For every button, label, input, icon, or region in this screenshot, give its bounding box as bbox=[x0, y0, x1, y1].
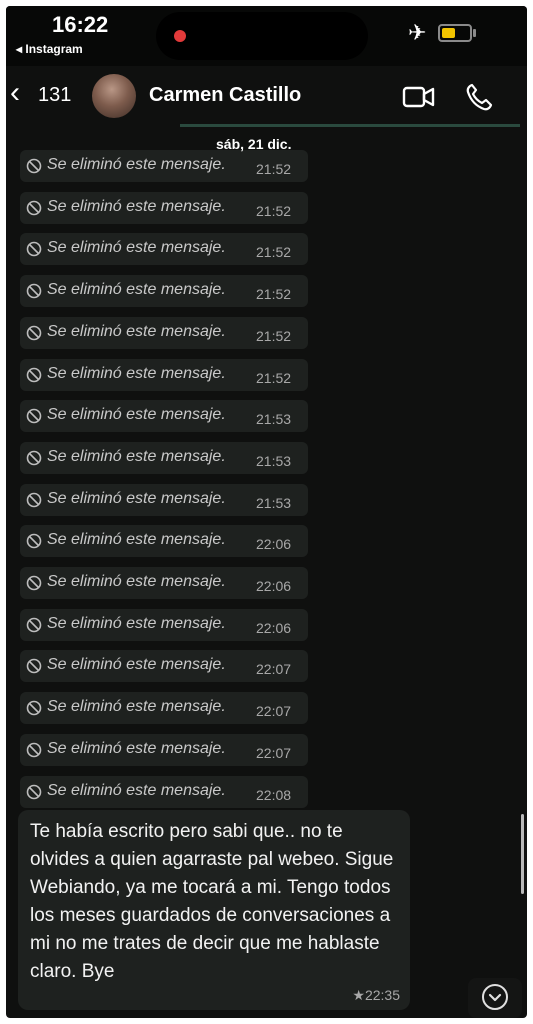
deleted-message-bubble[interactable]: Se eliminó este mensaje. 21:52 bbox=[20, 233, 308, 266]
deleted-message-text: Se eliminó este mensaje. bbox=[47, 447, 226, 465]
scrollbar[interactable] bbox=[521, 814, 524, 894]
deleted-message-text: Se eliminó este mensaje. bbox=[47, 531, 226, 549]
date-separator: sáb, 21 dic. bbox=[216, 136, 292, 152]
deleted-icon bbox=[26, 617, 42, 632]
phone-screen: 16:22 ◂ Instagram ✈ ‹ 131 Carmen Castill… bbox=[6, 6, 527, 1018]
message-time: 22:06 bbox=[256, 536, 292, 553]
deleted-message-text: Se eliminó este mensaje. bbox=[47, 614, 226, 632]
deleted-message-text: Se eliminó este mensaje. bbox=[47, 573, 226, 590]
deleted-message-bubble[interactable]: Se eliminó este mensaje. 22:08 bbox=[20, 775, 308, 808]
contact-avatar[interactable] bbox=[92, 74, 136, 118]
recording-dot-icon bbox=[174, 30, 186, 42]
deleted-icon bbox=[26, 742, 42, 758]
deleted-message-text: Se eliminó este mensaje. bbox=[47, 197, 226, 215]
deleted-icon bbox=[26, 533, 42, 549]
message-time: 21:52 bbox=[256, 369, 292, 386]
deleted-message-text: Se eliminó este mensaje. bbox=[47, 656, 226, 674]
chevron-down-icon bbox=[482, 984, 508, 1010]
deleted-message-bubble[interactable]: Se eliminó este mensaje. 22:06 bbox=[20, 525, 308, 558]
deleted-icon bbox=[26, 408, 42, 424]
deleted-message-text: Se eliminó este mensaje. bbox=[47, 322, 226, 340]
message-time: 21:53 bbox=[256, 494, 292, 511]
deleted-icon bbox=[26, 450, 42, 466]
scroll-to-bottom-button[interactable] bbox=[468, 978, 522, 1018]
deleted-icon bbox=[26, 367, 42, 382]
deleted-message-bubble[interactable]: Se eliminó este mensaje. 22:06 bbox=[20, 608, 308, 641]
deleted-icon bbox=[26, 659, 42, 674]
back-to-app-link[interactable]: ◂ Instagram bbox=[16, 42, 83, 56]
chat-header: ‹ 131 Carmen Castillo bbox=[6, 66, 527, 130]
deleted-message-bubble[interactable]: Se eliminó este mensaje. 21:53 bbox=[20, 483, 308, 516]
status-bar: 16:22 ◂ Instagram ✈ bbox=[6, 6, 527, 66]
deleted-icon bbox=[26, 575, 42, 591]
deleted-message-bubble[interactable]: Se eliminó este mensaje. 21:53 bbox=[20, 400, 308, 433]
message-text: Te había escrito pero sabi que.. no te o… bbox=[30, 821, 394, 982]
deleted-message-text: Se eliminó este mensaje. bbox=[47, 698, 226, 716]
message-time: 22:35 bbox=[364, 987, 400, 1003]
message-time: 21:52 bbox=[256, 327, 292, 344]
message-time: 21:53 bbox=[256, 411, 292, 428]
deleted-icon bbox=[26, 784, 42, 799]
message-time: 22:07 bbox=[256, 744, 292, 761]
airplane-mode-icon: ✈ bbox=[408, 20, 427, 45]
deleted-message-text: Se eliminó este mensaje. bbox=[47, 281, 226, 299]
video-call-icon[interactable] bbox=[402, 84, 436, 110]
contact-name[interactable]: Carmen Castillo bbox=[149, 84, 301, 107]
message-list[interactable]: Se eliminó este mensaje. 22:08 Se eliminó … bbox=[6, 142, 527, 1018]
deleted-message-bubble[interactable]: Se eliminó este mensaje. 22:07 bbox=[20, 733, 308, 766]
message-time: 22:06 bbox=[256, 619, 292, 636]
text-message-bubble[interactable]: Te había escrito pero sabi que.. no te o… bbox=[18, 810, 410, 1010]
deleted-icon bbox=[26, 158, 42, 174]
voice-call-icon[interactable] bbox=[464, 82, 494, 112]
deleted-message-bubble[interactable]: Se eliminó este mensaje. 21:52 bbox=[20, 358, 308, 391]
message-time: 21:52 bbox=[256, 161, 292, 177]
message-time: 22:07 bbox=[256, 661, 292, 678]
deleted-message-bubble[interactable]: Se eliminó este mensaje. 21:52 bbox=[20, 316, 308, 349]
deleted-message-bubble[interactable]: Se eliminó este mensaje. 22:06 bbox=[20, 567, 308, 599]
deleted-message-bubble[interactable]: Se eliminó este mensaje. 21:52 bbox=[20, 275, 308, 308]
status-time: 16:22 bbox=[52, 12, 109, 37]
message-time: 21:52 bbox=[256, 244, 292, 261]
battery-fill bbox=[442, 28, 456, 38]
deleted-message-bubble[interactable]: Se eliminó este mensaje. 21:52 bbox=[20, 150, 308, 182]
deleted-icon bbox=[26, 492, 42, 507]
deleted-message-text: Se eliminó este mensaje. bbox=[47, 739, 226, 757]
deleted-message-bubble[interactable]: Se eliminó este mensaje. 22:07 bbox=[20, 650, 308, 683]
starred-icon: ★ bbox=[352, 987, 365, 1003]
message-time: 22:08 bbox=[256, 786, 292, 803]
message-time: 21:52 bbox=[256, 286, 292, 303]
deleted-message-text: Se eliminó este mensaje. bbox=[47, 781, 226, 799]
battery-icon bbox=[438, 24, 476, 42]
message-time: 21:52 bbox=[256, 202, 292, 219]
deleted-icon bbox=[26, 325, 42, 341]
unread-count[interactable]: 131 bbox=[38, 84, 71, 107]
deleted-message-text: Se eliminó este mensaje. bbox=[47, 364, 226, 382]
deleted-icon bbox=[26, 700, 42, 716]
deleted-message-text: Se eliminó este mensaje. bbox=[47, 156, 226, 173]
message-meta: ★22:35 bbox=[352, 987, 400, 1004]
deleted-icon bbox=[26, 200, 42, 215]
back-chevron-icon[interactable]: ‹ bbox=[10, 78, 20, 108]
message-time: 22:06 bbox=[256, 578, 292, 594]
message-time: 22:07 bbox=[256, 703, 292, 720]
battery-nub bbox=[473, 29, 476, 37]
deleted-message-text: Se eliminó este mensaje. bbox=[47, 406, 226, 424]
deleted-message-bubble[interactable]: Se eliminó este mensaje. 21:52 bbox=[20, 191, 308, 224]
header-accent-line bbox=[180, 124, 520, 127]
dynamic-island bbox=[156, 12, 368, 60]
deleted-icon bbox=[26, 283, 42, 299]
deleted-icon bbox=[26, 242, 42, 257]
deleted-message-bubble[interactable]: Se eliminó este mensaje. 22:07 bbox=[20, 692, 308, 725]
deleted-message-text: Se eliminó este mensaje. bbox=[47, 489, 226, 507]
message-time: 21:53 bbox=[256, 452, 292, 469]
deleted-message-text: Se eliminó este mensaje. bbox=[47, 239, 226, 257]
deleted-message-bubble[interactable]: Se eliminó este mensaje. 21:53 bbox=[20, 441, 308, 474]
